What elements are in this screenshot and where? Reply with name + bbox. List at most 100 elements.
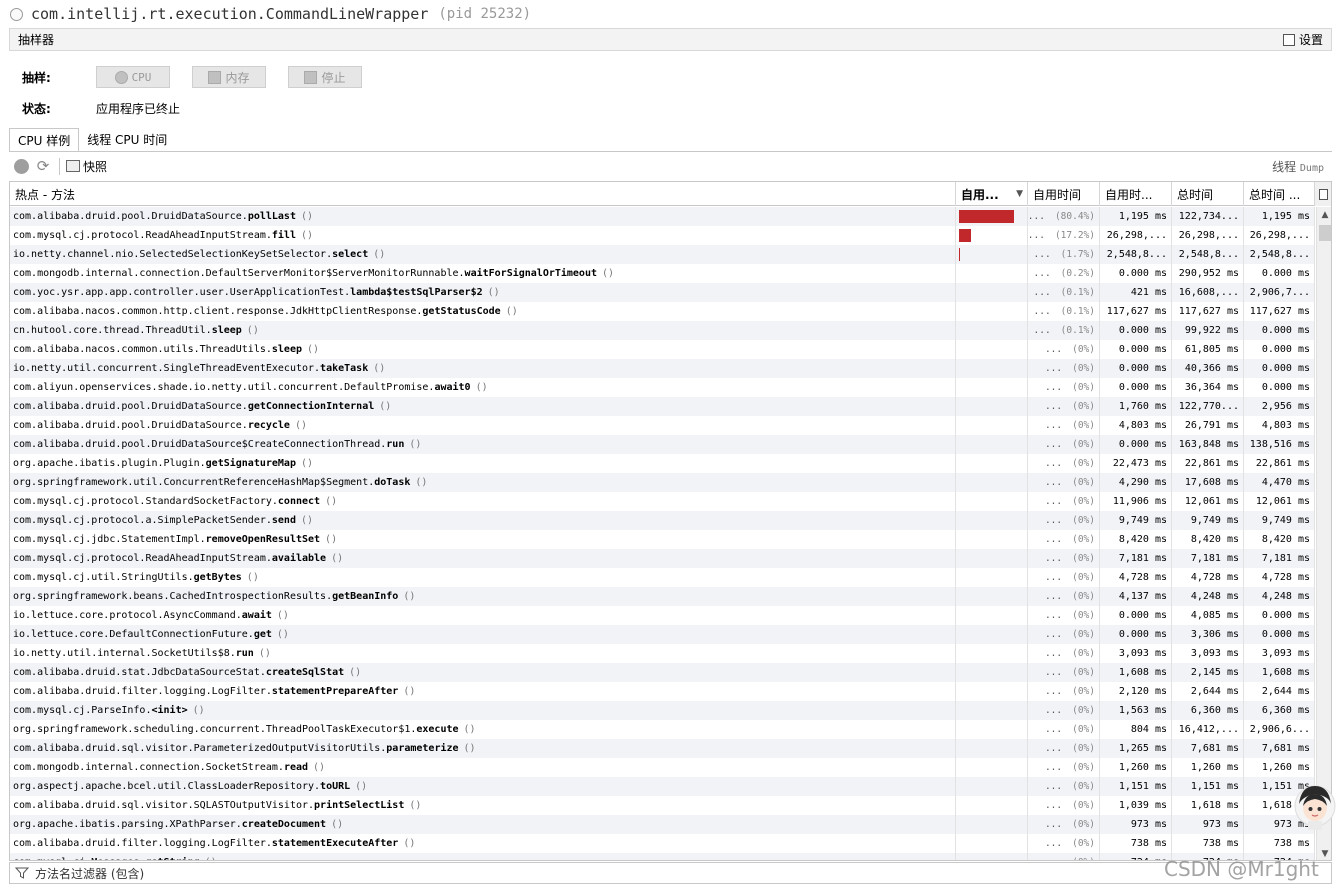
sampler-panel-header: 抽样器 设置	[9, 28, 1332, 51]
method-cell: com.aliyun.openservices.shade.io.netty.u…	[10, 378, 956, 397]
snapshot-icon[interactable]	[66, 160, 80, 172]
self-percent-text-cell: ... (1.7%)	[1028, 245, 1100, 264]
method-parens: ()	[276, 629, 289, 640]
method-cell: com.alibaba.nacos.common.http.client.res…	[10, 302, 956, 321]
settings-toggle[interactable]: 设置	[1282, 31, 1323, 48]
table-row[interactable]: com.mysql.cj.protocol.a.SimplePacketSend…	[10, 511, 1315, 530]
self-percent-text: (0%)	[1072, 629, 1095, 640]
self-time-cell: 9,749 ms	[1100, 511, 1172, 530]
filter-icon	[15, 867, 29, 879]
self-percent-text-cell: ... (0%)	[1028, 511, 1100, 530]
table-row[interactable]: com.mysql.cj.Messages.getString ()... (0%)…	[10, 853, 1315, 860]
table-row[interactable]: org.apache.ibatis.plugin.Plugin. getSigna…	[10, 454, 1315, 473]
table-row[interactable]: com.mysql.cj.protocol.StandardSocketFact…	[10, 492, 1315, 511]
table-row[interactable]: com.alibaba.druid.pool.DruidDataSource. p…	[10, 207, 1315, 226]
table-row[interactable]: com.alibaba.druid.filter.logging.LogFilt…	[10, 682, 1315, 701]
method-package: com.alibaba.druid.sql.visitor.Parameteri…	[13, 743, 387, 754]
table-row[interactable]: com.alibaba.druid.sql.visitor.SQLASTOutp…	[10, 796, 1315, 815]
table-row[interactable]: com.alibaba.druid.pool.DruidDataSource$C…	[10, 435, 1315, 454]
table-row[interactable]: com.mongodb.internal.connection.SocketSt…	[10, 758, 1315, 777]
column-header-self-time[interactable]: 自用时间	[1028, 182, 1100, 206]
record-icon[interactable]	[14, 158, 29, 174]
snapshot-label[interactable]: 快照	[83, 158, 107, 175]
column-header-self-percent[interactable]: 自用... ▼	[956, 182, 1028, 206]
method-parens: ()	[331, 819, 344, 830]
table-row[interactable]: org.springframework.beans.CachedIntrospe…	[10, 587, 1315, 606]
table-row[interactable]: org.springframework.util.ConcurrentRefer…	[10, 473, 1315, 492]
memory-button[interactable]: 内存	[192, 66, 266, 88]
method-package: com.alibaba.druid.pool.DruidDataSource.	[13, 211, 248, 222]
thread-dump-button[interactable]: 线程 Dump	[1272, 158, 1332, 175]
method-parens: ()	[379, 401, 392, 412]
method-name: read	[283, 762, 309, 773]
table-row[interactable]: com.mysql.cj.protocol.ReadAheadInputStre…	[10, 226, 1315, 245]
method-package: com.alibaba.druid.pool.DruidDataSource$C…	[13, 439, 387, 450]
total-time-cpu-cell: 12,061 ms	[1244, 492, 1315, 511]
column-header-method[interactable]: 热点 - 方法	[10, 182, 956, 206]
self-time-cell: 4,137 ms	[1100, 587, 1172, 606]
table-row[interactable]: io.lettuce.core.DefaultConnectionFuture.…	[10, 625, 1315, 644]
self-percent-text-cell: ... (0%)	[1028, 720, 1100, 739]
scroll-up-icon[interactable]: ▲	[1317, 207, 1331, 223]
method-cell: com.alibaba.druid.pool.DruidDataSource. r…	[10, 416, 956, 435]
total-time-cell: 61,805 ms	[1172, 340, 1244, 359]
total-time-cell: 6,360 ms	[1172, 701, 1244, 720]
panel-title: 抽样器	[18, 33, 55, 47]
assistant-avatar[interactable]	[1293, 780, 1337, 830]
tab-thread-cpu-time[interactable]: 线程 CPU 时间	[79, 128, 176, 151]
stop-button[interactable]: 停止	[288, 66, 362, 88]
cpu-button[interactable]: CPU	[96, 66, 170, 88]
table-row[interactable]: cn.hutool.core.thread.ThreadUtil. sleep ()…	[10, 321, 1315, 340]
method-name: statementExecuteAfter	[271, 838, 399, 849]
table-row[interactable]: com.mysql.cj.ParseInfo. <init> ()... (0%) 1,…	[10, 701, 1315, 720]
scroll-down-icon[interactable]: ▼	[1317, 846, 1331, 860]
truncation-dots: ...	[1033, 268, 1051, 279]
scrollbar-thumb[interactable]	[1319, 225, 1331, 241]
table-row[interactable]: com.alibaba.druid.pool.DruidDataSource. g…	[10, 397, 1315, 416]
vertical-scrollbar[interactable]: ▲ ▼	[1316, 207, 1331, 860]
method-cell: org.springframework.scheduling.concurren…	[10, 720, 956, 739]
table-row[interactable]: com.alibaba.druid.sql.visitor.Parameteri…	[10, 739, 1315, 758]
table-row[interactable]: io.lettuce.core.protocol.AsyncCommand. aw…	[10, 606, 1315, 625]
self-percent-text-cell: ... (0%)	[1028, 454, 1100, 473]
table-row[interactable]: com.alibaba.nacos.common.http.client.res…	[10, 302, 1315, 321]
method-package: com.aliyun.openservices.shade.io.netty.u…	[13, 382, 435, 393]
refresh-icon[interactable]: ⟳	[35, 158, 51, 174]
table-row[interactable]: com.alibaba.druid.stat.JdbcDataSourceSta…	[10, 663, 1315, 682]
table-row[interactable]: io.netty.util.internal.SocketUtils$8. run…	[10, 644, 1315, 663]
column-chooser[interactable]	[1315, 182, 1331, 206]
method-name: run	[235, 648, 254, 659]
table-row[interactable]: com.mysql.cj.protocol.ReadAheadInputStre…	[10, 549, 1315, 568]
table-row[interactable]: com.alibaba.druid.pool.DruidDataSource. r…	[10, 416, 1315, 435]
method-package: io.lettuce.core.DefaultConnectionFuture.	[13, 629, 254, 640]
column-header-self-time-cpu[interactable]: 自用时...	[1100, 182, 1172, 206]
table-row[interactable]: com.alibaba.nacos.common.utils.ThreadUti…	[10, 340, 1315, 359]
self-percent-text-cell: ... (0%)	[1028, 796, 1100, 815]
truncation-dots: ...	[1044, 363, 1063, 374]
truncation-dots: ...	[1044, 439, 1063, 450]
csdn-watermark: CSDN @Mr1ght	[1164, 857, 1319, 881]
tab-cpu-samples[interactable]: CPU 样例	[9, 128, 80, 151]
table-row[interactable]: io.netty.channel.nio.SelectedSelectionKe…	[10, 245, 1315, 264]
table-row[interactable]: com.mysql.cj.util.StringUtils. getBytes ()…	[10, 568, 1315, 587]
column-header-total-time[interactable]: 总时间	[1172, 182, 1244, 206]
column-header-total-time-cpu[interactable]: 总时间 ...	[1244, 182, 1315, 206]
truncation-dots: ...	[1045, 857, 1062, 860]
method-filter-bar[interactable]: 方法名过滤器 (包含)	[9, 862, 1332, 884]
settings-checkbox[interactable]	[1282, 33, 1295, 46]
table-row[interactable]: com.alibaba.druid.filter.logging.LogFilt…	[10, 834, 1315, 853]
self-percent-text: (0%)	[1072, 382, 1095, 393]
method-parens: ()	[409, 800, 422, 811]
table-row[interactable]: com.mongodb.internal.connection.DefaultS…	[10, 264, 1315, 283]
table-row[interactable]: org.springframework.scheduling.concurren…	[10, 720, 1315, 739]
truncation-dots: ...	[1044, 477, 1063, 488]
table-row[interactable]: org.aspectj.apache.bcel.util.ClassLoader…	[10, 777, 1315, 796]
method-parens: ()	[300, 230, 314, 241]
table-row[interactable]: io.netty.util.concurrent.SingleThreadEve…	[10, 359, 1315, 378]
table-row[interactable]: org.apache.ibatis.parsing.XPathParser. cr…	[10, 815, 1315, 834]
self-percent-text-cell: ... (0.1%)	[1028, 302, 1100, 321]
table-row[interactable]: com.mysql.cj.jdbc.StatementImpl. removeOp…	[10, 530, 1315, 549]
table-row[interactable]: com.yoc.ysr.app.app.controller.user.User…	[10, 283, 1315, 302]
table-row[interactable]: com.aliyun.openservices.shade.io.netty.u…	[10, 378, 1315, 397]
truncation-dots: ...	[1033, 249, 1051, 260]
